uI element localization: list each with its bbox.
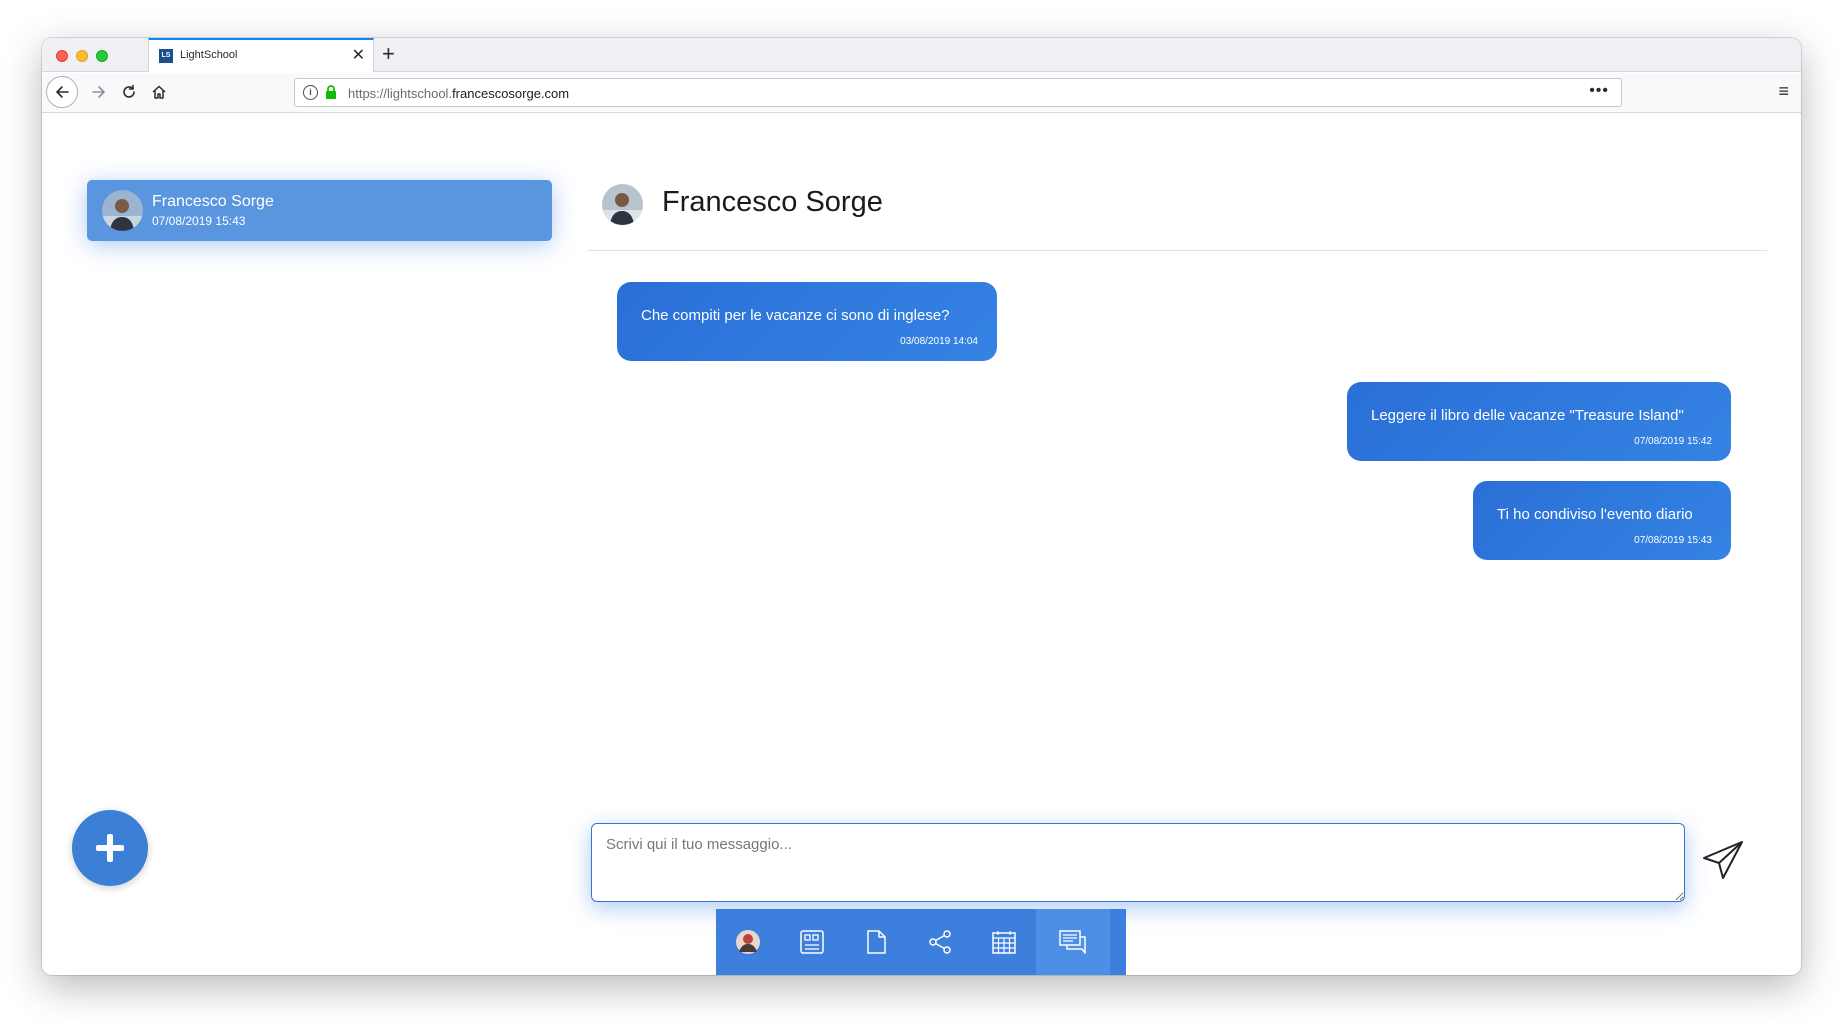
bottom-navigation [716,909,1126,975]
browser-window: LS LightSchool ✕ + i https://lightschool… [42,38,1801,975]
bottom-nav-dashboard[interactable] [780,909,844,975]
reload-icon [123,84,135,98]
conversation-item[interactable]: Francesco Sorge 07/08/2019 15:43 [87,180,552,241]
message-time: 07/08/2019 15:43 [1634,535,1712,546]
message-text: Leggere il libro delle vacanze "Treasure… [1371,407,1684,424]
hamburger-menu-icon[interactable]: ≡ [1778,81,1789,102]
tab-bar: LS LightSchool ✕ + [42,38,1801,72]
send-icon [1703,841,1743,879]
tab-lightschool[interactable]: LS LightSchool ✕ [148,38,374,72]
favicon-icon: LS [159,49,173,63]
message-time: 03/08/2019 14:04 [900,336,978,347]
avatar [102,190,143,231]
bottom-nav-calendar[interactable] [972,909,1036,975]
avatar-icon [736,930,760,954]
bottom-nav-share[interactable] [908,909,972,975]
lock-icon[interactable] [325,85,337,100]
arrow-right-icon [92,86,105,98]
page-content: Francesco Sorge 07/08/2019 15:43 Frances… [42,114,1801,975]
reload-button[interactable] [114,77,144,107]
message-text: Ti ho condiviso l'evento diario [1497,506,1693,523]
file-icon [867,930,886,954]
bottom-nav-messages[interactable] [1036,909,1110,975]
home-icon [152,85,166,99]
send-button[interactable] [1701,838,1745,882]
bottom-nav-files[interactable] [844,909,908,975]
tab-close-icon[interactable]: ✕ [352,45,365,65]
url-bar[interactable]: i https://lightschool.francescosorge.com… [294,78,1622,107]
chat-icon [1059,930,1086,954]
message-bubble-received: Che compiti per le vacanze ci sono di in… [617,282,997,361]
arrow-left-icon [56,86,69,98]
calendar-icon [992,931,1016,954]
back-button[interactable] [46,76,78,108]
close-window-button[interactable] [56,50,68,62]
bottom-nav-profile[interactable] [716,909,780,975]
home-button[interactable] [144,77,174,107]
new-tab-button[interactable]: + [382,41,395,67]
forward-button[interactable] [84,77,114,107]
more-actions-icon[interactable]: ••• [1589,82,1609,100]
message-text: Che compiti per le vacanze ci sono di in… [641,307,950,324]
conversation-time: 07/08/2019 15:43 [152,214,246,228]
divider [587,250,1767,251]
maximize-window-button[interactable] [96,50,108,62]
dashboard-icon [800,930,824,954]
url-text[interactable]: https://lightschool.francescosorge.com [348,86,569,101]
new-conversation-button[interactable] [72,810,148,886]
tab-title: LightSchool [180,49,238,61]
navigation-bar: i https://lightschool.francescosorge.com… [42,73,1801,113]
contact-name: Francesco Sorge [662,186,883,218]
message-time: 07/08/2019 15:42 [1634,436,1712,447]
minimize-window-button[interactable] [76,50,88,62]
conversation-name: Francesco Sorge [152,193,274,210]
info-icon[interactable]: i [303,85,318,100]
message-bubble-sent: Leggere il libro delle vacanze "Treasure… [1347,382,1731,461]
message-bubble-sent: Ti ho condiviso l'evento diario 07/08/20… [1473,481,1731,560]
contact-avatar [602,184,643,225]
message-input[interactable] [591,823,1685,902]
share-icon [929,930,951,954]
